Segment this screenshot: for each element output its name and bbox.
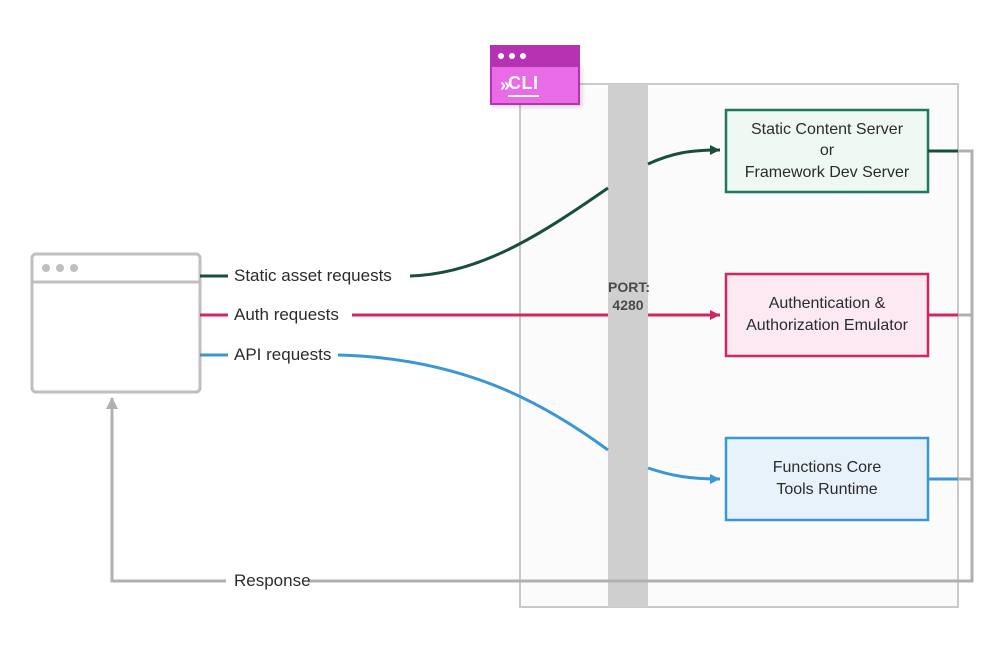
auth-emulator-line1: Authentication & bbox=[769, 295, 886, 312]
auth-emulator-label: Authentication & Authorization Emulator bbox=[726, 274, 928, 356]
port-label-text: PORT: bbox=[608, 279, 650, 295]
functions-runtime-label: Functions Core Tools Runtime bbox=[726, 438, 928, 520]
cli-dot-icon bbox=[520, 53, 526, 59]
static-content-line3: Framework Dev Server bbox=[745, 164, 909, 181]
static-content-label: Static Content Server or Framework Dev S… bbox=[726, 110, 928, 192]
static-content-line1: Static Content Server bbox=[751, 121, 903, 138]
functions-runtime-line1: Functions Core bbox=[773, 459, 882, 476]
api-flow-label: API requests bbox=[234, 345, 331, 365]
cli-badge: » CLI bbox=[486, 37, 606, 121]
cli-dot-icon bbox=[498, 53, 504, 59]
functions-runtime-line2: Tools Runtime bbox=[776, 481, 877, 498]
cli-dot-icon bbox=[509, 53, 515, 59]
port-label: PORT: 4280 bbox=[608, 278, 648, 314]
chevron-right-icon: » bbox=[500, 76, 506, 94]
static-flow-label: Static asset requests bbox=[234, 266, 392, 286]
port-number: 4280 bbox=[612, 297, 643, 313]
port-bar bbox=[608, 84, 648, 607]
cli-badge-body: » CLI bbox=[490, 65, 580, 105]
browser-icon bbox=[32, 254, 200, 392]
static-content-line2: or bbox=[820, 142, 834, 159]
response-label: Response bbox=[234, 571, 311, 591]
cli-badge-text: CLI bbox=[508, 73, 539, 97]
auth-flow-label: Auth requests bbox=[234, 305, 339, 325]
cli-badge-titlebar bbox=[490, 45, 580, 67]
auth-emulator-line2: Authorization Emulator bbox=[746, 317, 908, 334]
